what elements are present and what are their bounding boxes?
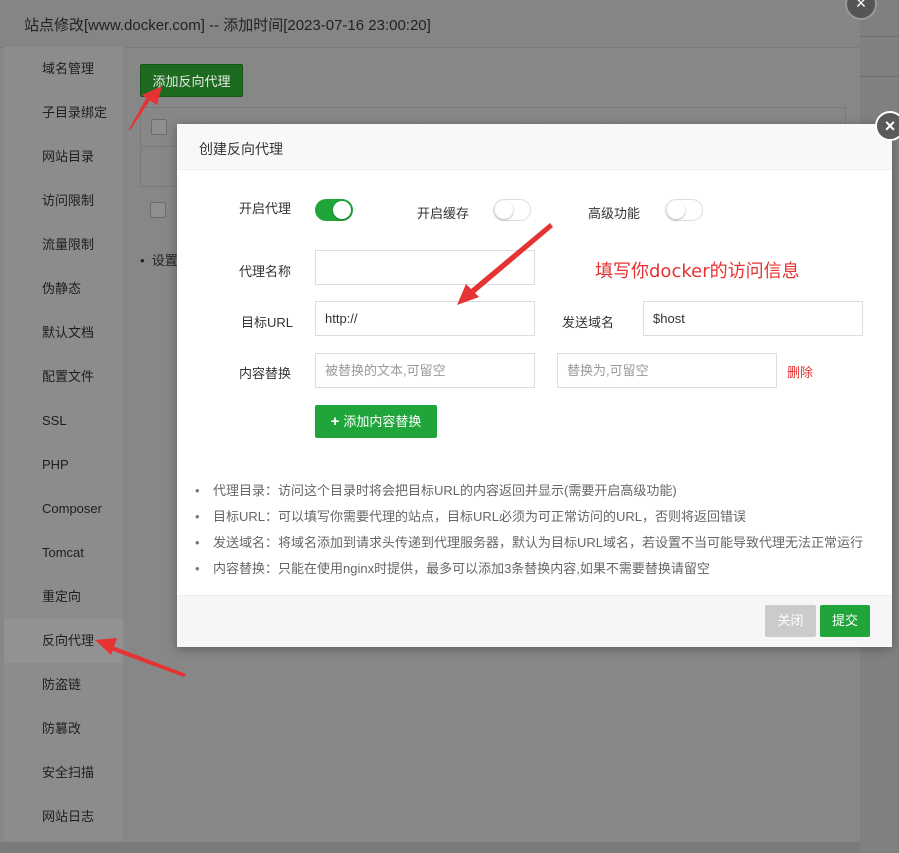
sidebar-item-redirect[interactable]: 重定向 xyxy=(4,575,123,619)
sidebar-item-subdir[interactable]: 子目录绑定 xyxy=(4,91,123,135)
advanced-toggle[interactable] xyxy=(665,199,703,221)
submit-button[interactable]: 提交 xyxy=(820,605,870,637)
base-note-text: 设置 xyxy=(151,253,178,268)
toggle-knob xyxy=(333,201,351,219)
plus-icon: + xyxy=(330,413,340,430)
advanced-label: 高级功能 xyxy=(588,206,641,221)
add-content-replace-label: 添加内容替换 xyxy=(343,414,422,429)
replace-to-input[interactable] xyxy=(557,353,777,388)
help-note: 发送域名：将域名添加到请求头传递到代理服务器，默认为目标URL域名，若设置不当可… xyxy=(193,530,863,556)
sidebar-item-php[interactable]: PHP xyxy=(4,443,123,487)
target-url-label: 目标URL xyxy=(241,315,294,330)
content-replace-label: 内容替换 xyxy=(239,366,292,381)
sidebar-item-rewrite[interactable]: 伪静态 xyxy=(4,267,123,311)
enable-cache-toggle[interactable] xyxy=(493,199,531,221)
site-edit-title: 站点修改[www.docker.com] -- 添加时间[2023-07-16 … xyxy=(24,17,431,34)
help-note: 代理目录：访问这个目录时将会把目标URL的内容返回并显示(需要开启高级功能) xyxy=(193,478,863,504)
sidebar-item-hotlink[interactable]: 防盗链 xyxy=(4,663,123,707)
sidebar-item-default-doc[interactable]: 默认文档 xyxy=(4,311,123,355)
background-divider xyxy=(860,76,899,77)
proxy-name-input[interactable] xyxy=(315,250,535,285)
select-all-checkbox[interactable] xyxy=(151,119,167,135)
close-button[interactable]: 关闭 xyxy=(765,605,816,637)
help-note: 内容替换：只能在使用nginx时提供，最多可以添加3条替换内容,如果不需要替换请… xyxy=(193,556,863,582)
site-edit-sidebar: 域名管理 子目录绑定 网站目录 访问限制 流量限制 伪静态 默认文档 配置文件 … xyxy=(4,47,123,842)
target-url-input[interactable] xyxy=(315,301,535,336)
sidebar-item-tomcat[interactable]: Tomcat xyxy=(4,531,123,575)
help-note: 目标URL：可以填写你需要代理的站点，目标URL必须为可正常访问的URL，否则将… xyxy=(193,504,863,530)
sidebar-item-access-limit[interactable]: 访问限制 xyxy=(4,179,123,223)
sidebar-item-security-scan[interactable]: 安全扫描 xyxy=(4,751,123,795)
delete-replace-link[interactable]: 删除 xyxy=(787,362,813,381)
modal-footer: 关闭 提交 xyxy=(177,595,892,647)
help-notes: 代理目录：访问这个目录时将会把目标URL的内容返回并显示(需要开启高级功能) 目… xyxy=(193,478,863,582)
modal-title: 创建反向代理 xyxy=(199,141,283,157)
modal-header: 创建反向代理 xyxy=(177,124,892,170)
sidebar-item-domain[interactable]: 域名管理 xyxy=(4,47,123,91)
proxy-name-label: 代理名称 xyxy=(239,264,292,279)
batch-checkbox[interactable] xyxy=(150,202,166,218)
modal-close-icon[interactable]: × xyxy=(875,111,899,141)
sidebar-item-traffic-limit[interactable]: 流量限制 xyxy=(4,223,123,267)
annotation-text: 填写你docker的访问信息 xyxy=(595,261,800,282)
send-domain-input[interactable] xyxy=(643,301,863,336)
enable-proxy-label: 开启代理 xyxy=(239,201,292,216)
sidebar-item-site-log[interactable]: 网站日志 xyxy=(4,795,123,839)
sidebar-item-reverse-proxy[interactable]: 反向代理 xyxy=(4,619,123,663)
create-proxy-modal: 创建反向代理 开启代理 开启缓存 高级功能 代理名称 填写你docker的访问信… xyxy=(177,124,892,647)
sidebar-item-config-file[interactable]: 配置文件 xyxy=(4,355,123,399)
sidebar-item-tamper-proof[interactable]: 防篡改 xyxy=(4,707,123,751)
add-reverse-proxy-button[interactable]: 添加反向代理 xyxy=(140,64,243,97)
enable-proxy-toggle[interactable] xyxy=(315,199,353,221)
add-content-replace-button[interactable]: + 添加内容替换 xyxy=(315,405,437,438)
send-domain-label: 发送域名 xyxy=(562,315,615,330)
toggle-knob xyxy=(495,201,513,219)
sidebar-item-composer[interactable]: Composer xyxy=(4,487,123,531)
sidebar-item-ssl[interactable]: SSL xyxy=(4,399,123,443)
background-divider xyxy=(860,36,899,37)
replace-from-input[interactable] xyxy=(315,353,535,388)
base-note: • 设置 xyxy=(140,253,178,268)
enable-cache-label: 开启缓存 xyxy=(417,206,470,221)
site-edit-header: 站点修改[www.docker.com] -- 添加时间[2023-07-16 … xyxy=(0,0,860,48)
sidebar-item-site-dir[interactable]: 网站目录 xyxy=(4,135,123,179)
toggle-knob xyxy=(667,201,685,219)
